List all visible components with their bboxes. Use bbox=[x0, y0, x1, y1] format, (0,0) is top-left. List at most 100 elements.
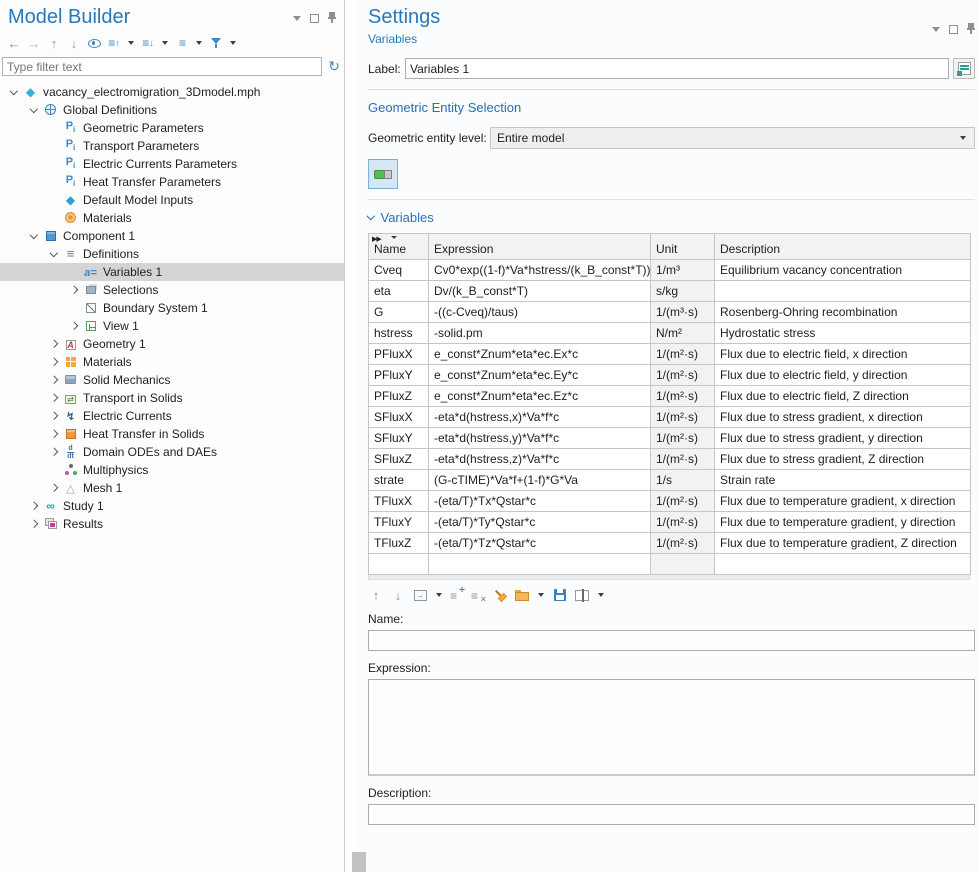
expand-chevron-icon[interactable] bbox=[46, 377, 61, 383]
expand-chevron-icon[interactable] bbox=[46, 252, 61, 256]
expand-chevron-icon[interactable] bbox=[26, 234, 41, 238]
cell-description[interactable] bbox=[715, 554, 971, 575]
cell-name[interactable]: Cveq bbox=[369, 260, 429, 281]
tree-item-materials[interactable]: Materials bbox=[0, 209, 344, 227]
field-edit-icon[interactable] bbox=[574, 587, 590, 603]
filter-icon[interactable] bbox=[208, 35, 224, 51]
active-selection-toggle-button[interactable] bbox=[368, 159, 398, 189]
table-row[interactable]: TFluxZ-(eta/T)*Tz*Qstar*c1/(m²·s)Flux du… bbox=[369, 533, 971, 554]
table-row[interactable] bbox=[369, 554, 971, 575]
expand-chevron-icon[interactable] bbox=[66, 323, 81, 329]
cell-unit[interactable]: N/m² bbox=[651, 323, 715, 344]
expand-chevron-icon[interactable] bbox=[46, 341, 61, 347]
collapse-all-caret-icon[interactable] bbox=[162, 41, 168, 45]
cell-description[interactable]: Rosenberg-Ohring recombination bbox=[715, 302, 971, 323]
table-row[interactable]: strate(G-cTIME)*Va*f+(1-f)*G*Va1/sStrain… bbox=[369, 470, 971, 491]
cell-unit[interactable]: 1/(m²·s) bbox=[651, 428, 715, 449]
cell-unit[interactable]: 1/(m²·s) bbox=[651, 512, 715, 533]
description-input[interactable] bbox=[368, 804, 975, 825]
cell-unit[interactable]: 1/(m²·s) bbox=[651, 491, 715, 512]
cell-unit[interactable]: 1/(m²·s) bbox=[651, 449, 715, 470]
tree-item-boundary-system-1[interactable]: Boundary System 1 bbox=[0, 299, 344, 317]
table-row[interactable]: SFluxX-eta*d(hstress,x)*Va*f*c1/(m²·s)Fl… bbox=[369, 407, 971, 428]
move-up-icon[interactable]: ↑ bbox=[46, 35, 62, 51]
cell-unit[interactable]: 1/(m²·s) bbox=[651, 365, 715, 386]
table-row[interactable]: etaDv/(k_B_const*T)s/kg bbox=[369, 281, 971, 302]
tree-item-heat-transfer-parameters[interactable]: PiHeat Transfer Parameters bbox=[0, 173, 344, 191]
cell-name[interactable]: G bbox=[369, 302, 429, 323]
column-header-unit[interactable]: Unit bbox=[651, 234, 715, 260]
cell-name[interactable]: TFluxY bbox=[369, 512, 429, 533]
filter-input[interactable] bbox=[2, 57, 322, 76]
tree-item-mesh-1[interactable]: △Mesh 1 bbox=[0, 479, 344, 497]
table-row[interactable]: G-((c-Cveq)/taus)1/(m³·s)Rosenberg-Ohrin… bbox=[369, 302, 971, 323]
expand-columns-icon[interactable]: ▶▶ bbox=[372, 235, 381, 243]
table-row[interactable]: PFluxXe_const*Znum*eta*ec.Ex*c1/(m²·s)Fl… bbox=[369, 344, 971, 365]
expand-chevron-icon[interactable] bbox=[26, 521, 41, 527]
cell-name[interactable]: strate bbox=[369, 470, 429, 491]
tree-item-default-model-inputs[interactable]: ◆Default Model Inputs bbox=[0, 191, 344, 209]
table-row[interactable]: TFluxY-(eta/T)*Ty*Qstar*c1/(m²·s)Flux du… bbox=[369, 512, 971, 533]
expand-chevron-icon[interactable] bbox=[46, 413, 61, 419]
tree-item-global-definitions[interactable]: Global Definitions bbox=[0, 101, 344, 119]
cell-expression[interactable]: -eta*d(hstress,x)*Va*f*c bbox=[429, 407, 651, 428]
expand-chevron-icon[interactable] bbox=[26, 503, 41, 509]
geometric-entity-level-select[interactable]: Entire model bbox=[490, 127, 975, 149]
variables-section-heading[interactable]: Variables bbox=[381, 210, 434, 225]
tree-item-geometry-1[interactable]: AGeometry 1 bbox=[0, 335, 344, 353]
refresh-icon[interactable]: ↻ bbox=[328, 58, 340, 75]
variables-table[interactable]: ▶▶NameExpressionUnitDescription CveqCv0*… bbox=[368, 233, 971, 575]
cell-expression[interactable]: -(eta/T)*Tx*Qstar*c bbox=[429, 491, 651, 512]
section-chevron-icon[interactable] bbox=[367, 212, 375, 220]
cell-name[interactable]: SFluxY bbox=[369, 428, 429, 449]
cell-expression[interactable]: e_const*Znum*eta*ec.Ey*c bbox=[429, 365, 651, 386]
collapse-chevron-icon[interactable] bbox=[932, 27, 940, 32]
load-caret-icon[interactable] bbox=[538, 593, 544, 597]
cell-name[interactable]: PFluxZ bbox=[369, 386, 429, 407]
cell-expression[interactable]: (G-cTIME)*Va*f+(1-f)*G*Va bbox=[429, 470, 651, 491]
load-from-file-icon[interactable] bbox=[514, 587, 530, 603]
cell-description[interactable]: Flux due to temperature gradient, Z dire… bbox=[715, 533, 971, 554]
pin-icon[interactable] bbox=[328, 12, 336, 24]
back-icon[interactable]: ← bbox=[6, 35, 22, 51]
clear-table-icon[interactable] bbox=[492, 587, 508, 603]
header-caret-icon[interactable] bbox=[391, 236, 397, 239]
tree-item-component-1[interactable]: Component 1 bbox=[0, 227, 344, 245]
filter-caret-icon[interactable] bbox=[230, 41, 236, 45]
cell-expression[interactable]: e_const*Znum*eta*ec.Ex*c bbox=[429, 344, 651, 365]
cell-unit[interactable]: 1/s bbox=[651, 470, 715, 491]
cell-expression[interactable]: Dv/(k_B_const*T) bbox=[429, 281, 651, 302]
tree-item-materials[interactable]: Materials bbox=[0, 353, 344, 371]
collapse-all-icon[interactable]: ≡↓ bbox=[140, 35, 156, 51]
tree-item-definitions[interactable]: ≡Definitions bbox=[0, 245, 344, 263]
cell-description[interactable]: Flux due to temperature gradient, y dire… bbox=[715, 512, 971, 533]
cell-name[interactable]: PFluxY bbox=[369, 365, 429, 386]
cell-expression[interactable]: Cv0*exp((1-f)*Va*hstress/(k_B_const*T)) bbox=[429, 260, 651, 281]
save-to-file-icon[interactable] bbox=[552, 587, 568, 603]
expand-chevron-icon[interactable] bbox=[6, 90, 21, 94]
cell-description[interactable]: Flux due to stress gradient, Z direction bbox=[715, 449, 971, 470]
expression-input[interactable] bbox=[368, 679, 975, 776]
table-row[interactable]: TFluxX-(eta/T)*Tx*Qstar*c1/(m²·s)Flux du… bbox=[369, 491, 971, 512]
float-window-icon[interactable] bbox=[949, 25, 958, 34]
tree-item-heat-transfer-in-solids[interactable]: Heat Transfer in Solids bbox=[0, 425, 344, 443]
column-header-description[interactable]: Description bbox=[715, 234, 971, 260]
cell-description[interactable]: Flux due to electric field, y direction bbox=[715, 365, 971, 386]
cell-description[interactable]: Hydrostatic stress bbox=[715, 323, 971, 344]
cell-name[interactable]: hstress bbox=[369, 323, 429, 344]
settings-breadcrumb[interactable]: Variables bbox=[368, 32, 440, 46]
expand-all-icon[interactable]: ≡↑ bbox=[106, 35, 122, 51]
cell-name[interactable]: PFluxX bbox=[369, 344, 429, 365]
tree-item-transport-in-solids[interactable]: ⇄Transport in Solids bbox=[0, 389, 344, 407]
table-row[interactable]: PFluxYe_const*Znum*eta*ec.Ey*c1/(m²·s)Fl… bbox=[369, 365, 971, 386]
cell-name[interactable]: eta bbox=[369, 281, 429, 302]
cell-name[interactable]: TFluxZ bbox=[369, 533, 429, 554]
expand-chevron-icon[interactable] bbox=[26, 108, 41, 112]
move-down-icon[interactable]: ↓ bbox=[390, 587, 406, 603]
tree-item-study-1[interactable]: ∞Study 1 bbox=[0, 497, 344, 515]
move-up-icon[interactable]: ↑ bbox=[368, 587, 384, 603]
float-window-icon[interactable] bbox=[310, 14, 319, 23]
tree-item-view-1[interactable]: View 1 bbox=[0, 317, 344, 335]
cell-expression[interactable]: -eta*d(hstress,y)*Va*f*c bbox=[429, 428, 651, 449]
table-row[interactable]: PFluxZe_const*Znum*eta*ec.Ez*c1/(m²·s)Fl… bbox=[369, 386, 971, 407]
